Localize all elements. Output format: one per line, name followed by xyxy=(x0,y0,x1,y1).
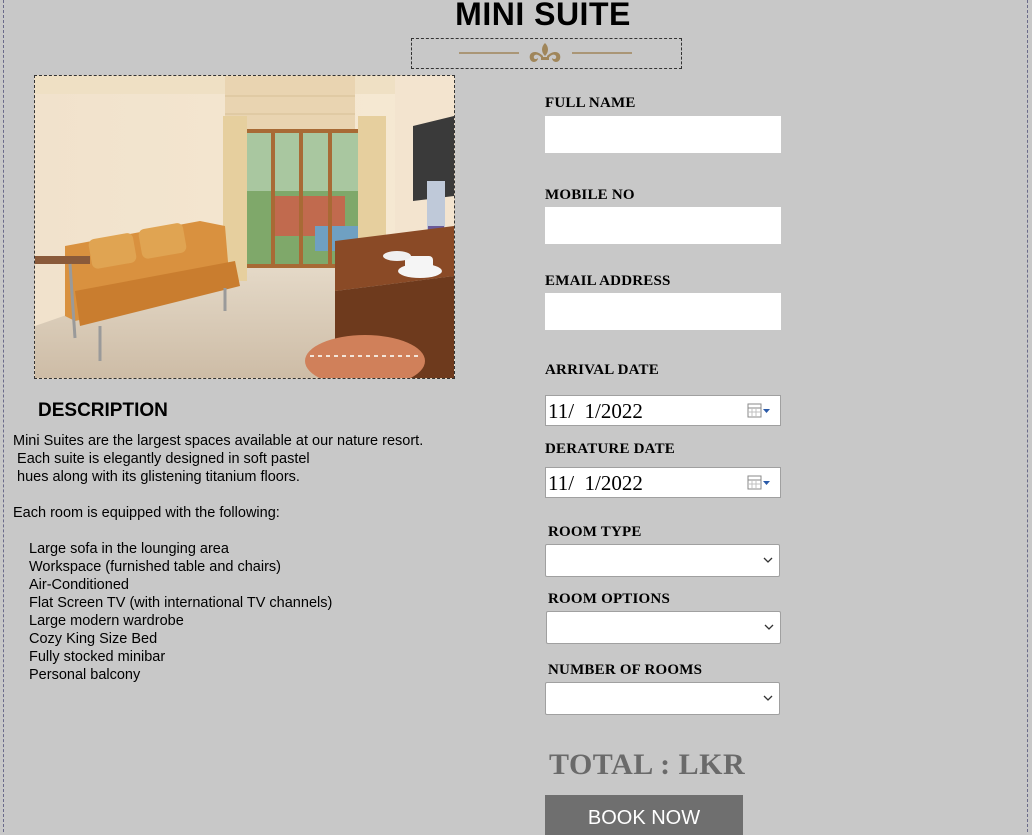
description-heading: DESCRIPTION xyxy=(38,400,168,421)
full-name-input[interactable] xyxy=(545,116,781,153)
amenity-item: Large modern wardrobe xyxy=(29,613,184,629)
description-text: Each room is equipped with the following… xyxy=(13,505,280,521)
description-text: Mini Suites are the largest spaces avail… xyxy=(13,433,424,449)
email-label: EMAIL ADDRESS xyxy=(545,273,671,289)
departure-date-label: DERATURE DATE xyxy=(545,441,675,457)
mobile-input[interactable] xyxy=(545,207,781,244)
number-of-rooms-label: NUMBER OF ROOMS xyxy=(548,662,703,678)
fleur-de-lis-divider-icon xyxy=(459,43,632,62)
room-options-label: ROOM OPTIONS xyxy=(548,591,670,607)
window-border-right xyxy=(1027,0,1028,832)
amenity-item: Fully stocked minibar xyxy=(29,649,166,665)
chevron-down-icon xyxy=(764,624,774,630)
ornament-divider xyxy=(411,38,682,69)
room-type-select[interactable] xyxy=(545,544,780,577)
total-price-label: TOTAL : LKR xyxy=(549,748,746,781)
departure-date-picker[interactable]: 11/ 1/2022 xyxy=(545,467,781,498)
chevron-down-icon xyxy=(763,557,773,563)
calendar-icon[interactable] xyxy=(747,474,771,492)
window-border-left xyxy=(3,0,4,832)
number-of-rooms-select[interactable] xyxy=(545,682,780,715)
amenity-item: Air-Conditioned xyxy=(29,577,129,593)
mobile-label: MOBILE NO xyxy=(545,187,635,203)
description-text: hues along with its glistening titanium … xyxy=(13,469,300,485)
room-options-select[interactable] xyxy=(546,611,781,644)
suite-room-photo xyxy=(34,75,455,379)
amenity-item: Personal balcony xyxy=(29,667,141,683)
amenity-item: Large sofa in the lounging area xyxy=(29,541,229,557)
page-title: MINI SUITE xyxy=(455,0,631,32)
room-type-label: ROOM TYPE xyxy=(548,524,642,540)
departure-date-value: 11/ 1/2022 xyxy=(548,471,643,495)
book-now-button[interactable]: BOOK NOW xyxy=(545,795,743,835)
arrival-date-picker[interactable]: 11/ 1/2022 xyxy=(545,395,781,426)
description-text: Each suite is elegantly designed in soft… xyxy=(13,451,310,467)
arrival-date-value: 11/ 1/2022 xyxy=(548,399,643,423)
email-input[interactable] xyxy=(545,293,781,330)
calendar-icon[interactable] xyxy=(747,402,771,420)
amenity-item: Cozy King Size Bed xyxy=(29,631,158,647)
amenity-item: Flat Screen TV (with international TV ch… xyxy=(29,595,333,611)
arrival-date-label: ARRIVAL DATE xyxy=(545,362,659,378)
amenity-item: Workspace (furnished table and chairs) xyxy=(29,559,281,575)
chevron-down-icon xyxy=(763,695,773,701)
full-name-label: FULL NAME xyxy=(545,95,636,111)
